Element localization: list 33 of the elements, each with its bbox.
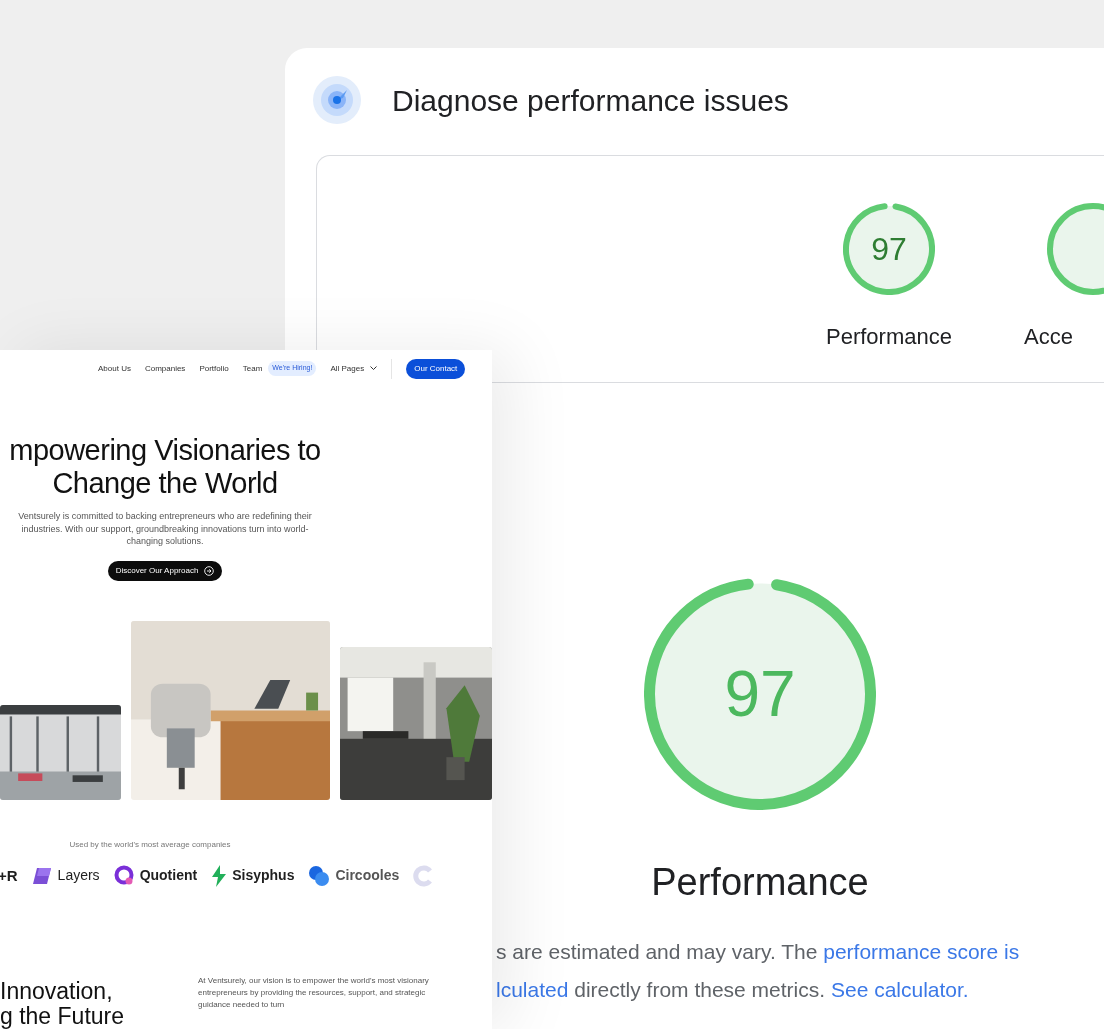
hero-title: mpowering Visionaries to Change the World (9, 434, 321, 500)
all-pages-dropdown[interactable]: All Pages (330, 362, 378, 375)
category-label: Performance (826, 323, 952, 351)
nav-link[interactable]: Portfolio (199, 362, 229, 375)
nav-link[interactable]: About Us (98, 362, 131, 375)
category-label: Acce (1024, 323, 1073, 351)
radar-icon (313, 76, 361, 124)
arrow-circle-icon (204, 565, 215, 576)
company-logo-name: Quotient (139, 866, 198, 886)
quotient-logo-icon (113, 865, 135, 887)
chevron-down-icon (370, 366, 378, 371)
report-title: Diagnose performance issues (392, 82, 789, 119)
score-description: s are estimated and may vary. The performance score is lculated directly from these metrics. See calculator. (496, 939, 1021, 1003)
company-logo-name: Circooles (335, 866, 400, 886)
section-title: Innovation, g the Future (0, 979, 126, 1029)
hero-text: Ventsurely is committed to backing entrepreneurs who are redefining their industries. With our support, groundbreaking innovations turn into world-changing solutions. (17, 510, 313, 548)
description-link[interactable]: lculated (496, 978, 569, 1001)
logos-caption: Used by the world's most average companies (69, 838, 231, 851)
contact-button[interactable]: Our Contact (406, 358, 466, 379)
nav-link[interactable]: Companies (144, 362, 186, 375)
company-logo-name: Layers (57, 866, 100, 886)
discover-button[interactable]: Discover Our Approach (107, 560, 223, 581)
overlapping-circles-icon (308, 864, 331, 887)
description-link[interactable]: See calculator. (830, 978, 969, 1001)
score-value: 97 (724, 657, 796, 732)
description-link[interactable]: performance score is (823, 940, 1020, 963)
score-value: 97 (871, 230, 907, 269)
layers-logo-icon (31, 865, 52, 886)
company-logo-name: Sisyphus (232, 866, 295, 886)
lightning-bolt-icon (211, 864, 228, 887)
gauge-label: Performance (651, 860, 869, 905)
nav-link[interactable]: Team (242, 362, 263, 375)
section-text: At Ventsurely, our vision is to empower the world's most visionary entrepreneurs by providing the resources, support, and strategic guidance needed to turn (198, 975, 430, 1011)
